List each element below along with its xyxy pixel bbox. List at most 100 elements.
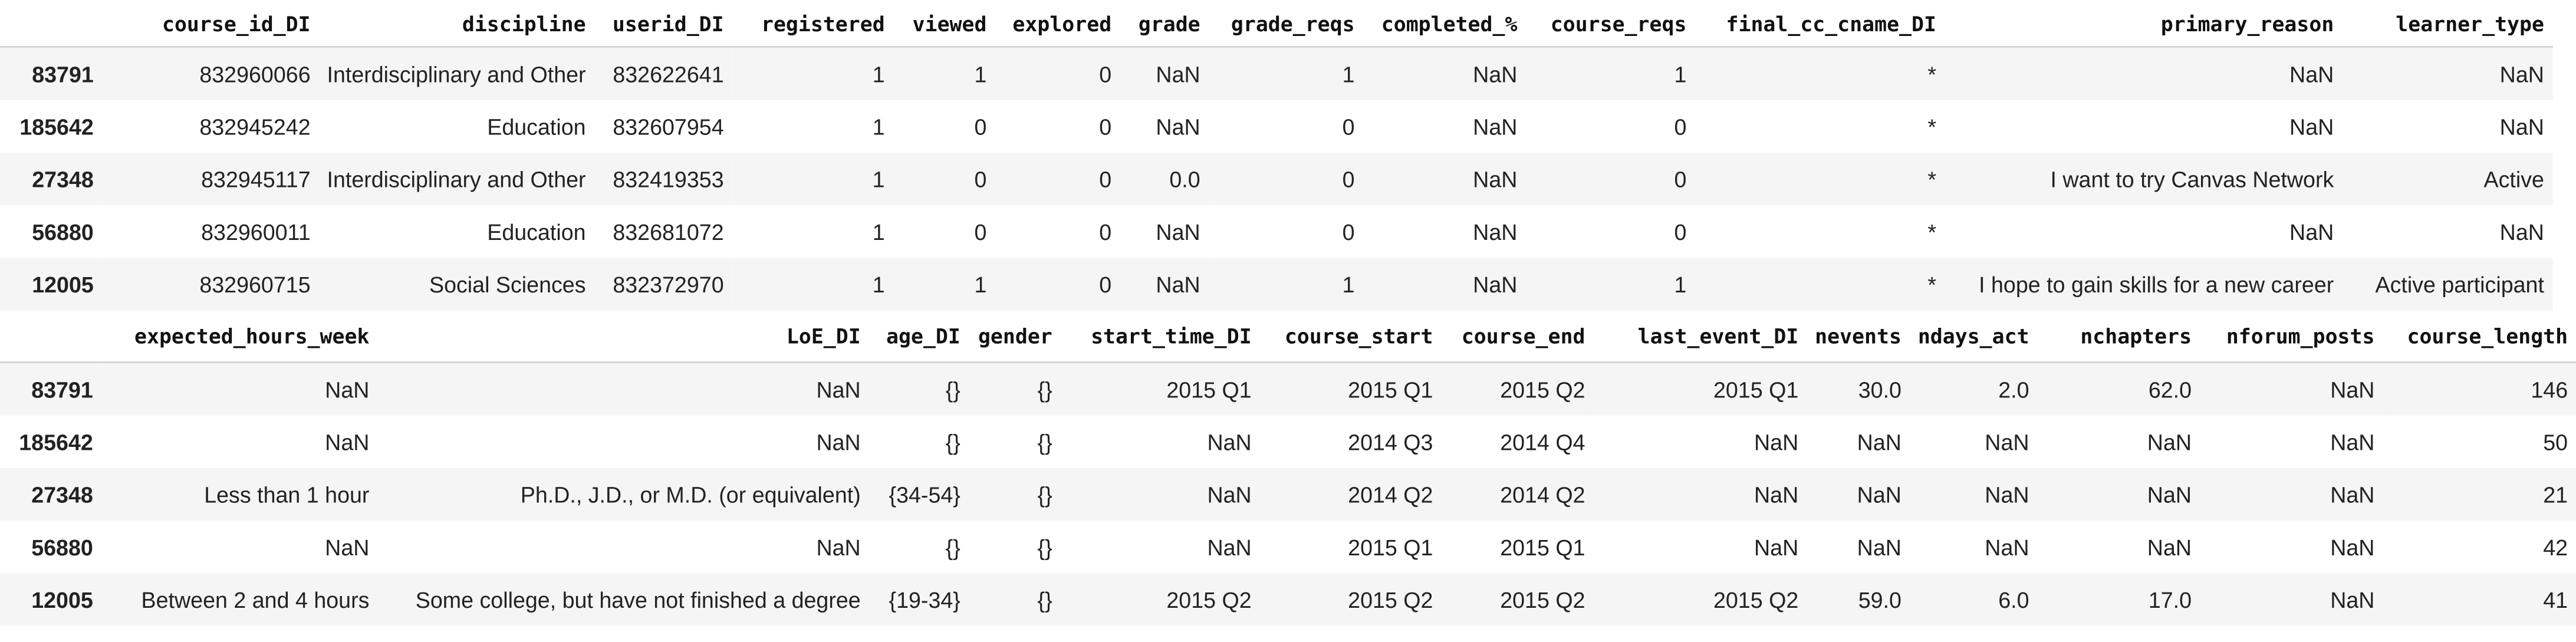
- table-cell: NaN: [2499, 219, 2544, 244]
- table-cell: NaN: [1857, 534, 1901, 559]
- table-cell: NaN: [1754, 429, 1799, 455]
- table-row: 27348 Less than 1 hour Ph.D., J.D., or M.D…: [0, 468, 2576, 521]
- table-cell: NaN: [325, 377, 370, 402]
- table-cell: Active: [2483, 166, 2544, 192]
- table-cell: 0: [1674, 219, 1687, 244]
- column-header-course-id-di: course_id_DI: [101, 0, 319, 48]
- table-cell: 0: [1342, 166, 1355, 192]
- row-index: 27348: [32, 166, 94, 192]
- table-cell: 42: [2543, 534, 2568, 559]
- table-cell: 2015 Q1: [1348, 377, 1433, 402]
- column-header-userid-di: userid_DI: [594, 0, 732, 48]
- table-row: 185642 NaN NaN {} {} NaN 2014 Q3 2014 Q4 NaN NaN N…: [0, 416, 2576, 468]
- table-cell: 832945117: [201, 166, 311, 192]
- table-cell: {}: [945, 429, 960, 455]
- table-cell: NaN: [816, 377, 861, 402]
- table-cell: 1: [1674, 272, 1687, 297]
- table-cell: NaN: [2147, 482, 2192, 507]
- table-cell: NaN: [2147, 534, 2192, 559]
- dataframe-table-part-2: expected_hours_week LoE_DI age_DI gender sta…: [0, 310, 2576, 626]
- table-cell: 2015 Q1: [1713, 377, 1799, 402]
- row-index: 12005: [32, 272, 94, 297]
- table-cell: NaN: [1754, 482, 1799, 507]
- table-cell: 832607954: [613, 114, 724, 139]
- table-cell: NaN: [816, 429, 861, 455]
- table-cell: 59.0: [1858, 587, 1901, 612]
- table-cell: {}: [1037, 534, 1052, 559]
- table-cell: 1: [872, 114, 885, 139]
- column-header-course-start: course_start: [1259, 310, 1442, 363]
- table-cell: NaN: [1207, 534, 1252, 559]
- table-row: 83791 832960066 Interdisciplinary and Othe…: [0, 47, 2552, 100]
- table-cell: 2014 Q4: [1500, 429, 1585, 455]
- table-cell: {}: [1037, 429, 1052, 455]
- table-cell: Less than 1 hour: [204, 482, 370, 507]
- table-cell: NaN: [1473, 61, 1518, 87]
- column-header-viewed: viewed: [893, 0, 995, 48]
- table-cell: Interdisciplinary and Other: [327, 166, 586, 192]
- table-cell: 832960715: [199, 272, 311, 297]
- table-cell: NaN: [816, 534, 861, 559]
- table-cell: I want to try Canvas Network: [2050, 166, 2334, 192]
- table-cell: 0: [1674, 114, 1687, 139]
- row-index: 185642: [19, 429, 93, 455]
- row-index: 185642: [19, 114, 94, 139]
- table-cell: Interdisciplinary and Other: [327, 61, 586, 87]
- column-header-course-end: course_end: [1441, 310, 1594, 363]
- table-cell: 2015 Q1: [1500, 534, 1585, 559]
- table-row: 12005 832960715 Social Sciences 832372970 1 1…: [0, 258, 2552, 311]
- table-cell: NaN: [2330, 482, 2375, 507]
- column-header-explored: explored: [995, 0, 1120, 48]
- table-cell: {34-54}: [889, 482, 960, 507]
- column-header-last-event-di: last_event_DI: [1593, 310, 1807, 363]
- column-header-grade-reqs: grade_reqs: [1208, 0, 1363, 48]
- table-cell: 0: [974, 166, 987, 192]
- table-cell: 62.0: [2148, 377, 2192, 402]
- table-cell: NaN: [2330, 534, 2375, 559]
- table-cell: NaN: [2330, 587, 2375, 612]
- table-cell: *: [1927, 61, 1936, 87]
- table-cell: *: [1927, 219, 1936, 244]
- table-cell: 2014 Q3: [1348, 429, 1433, 455]
- table-cell: NaN: [1207, 429, 1252, 455]
- table-cell: Education: [487, 219, 586, 244]
- table-cell: 0: [1342, 114, 1355, 139]
- table-cell: Social Sciences: [429, 272, 586, 297]
- table-cell: 6.0: [1998, 587, 2029, 612]
- table-cell: 0: [1099, 166, 1112, 192]
- table-cell: 0: [1674, 166, 1687, 192]
- table-cell: 832622641: [613, 61, 724, 87]
- table-cell: 2015 Q2: [1713, 587, 1799, 612]
- column-header-gender: gender: [968, 310, 1061, 363]
- table-cell: NaN: [1857, 429, 1901, 455]
- column-header-course-length: course_length: [2383, 310, 2576, 363]
- table-cell: NaN: [1156, 114, 1200, 139]
- table-cell: Education: [487, 114, 586, 139]
- table-cell: NaN: [1754, 534, 1799, 559]
- column-header-expected-hours-week: expected_hours_week: [101, 310, 378, 363]
- table-cell: 2015 Q2: [1166, 587, 1252, 612]
- table-cell: 2014 Q2: [1500, 482, 1585, 507]
- column-header-registered: registered: [732, 0, 893, 48]
- table-cell: 0: [1099, 114, 1112, 139]
- row-index: 27348: [31, 482, 93, 507]
- table-cell: NaN: [1857, 482, 1901, 507]
- table-cell: NaN: [1156, 272, 1200, 297]
- table-cell: {19-34}: [889, 587, 960, 612]
- row-index: 83791: [32, 61, 94, 87]
- table-cell: NaN: [1985, 429, 2029, 455]
- table-cell: I hope to gain skills for a new career: [1979, 272, 2334, 297]
- table-cell: NaN: [1156, 61, 1200, 87]
- table-cell: 146: [2531, 377, 2568, 402]
- column-header-ndays-act: ndays_act: [1909, 310, 2038, 363]
- table-row: 12005 Between 2 and 4 hours Some college, …: [0, 573, 2576, 626]
- table-cell: NaN: [2289, 61, 2334, 87]
- table-cell: NaN: [1156, 219, 1200, 244]
- table-cell: NaN: [1207, 482, 1252, 507]
- column-header-nchapters: nchapters: [2037, 310, 2200, 363]
- table-cell: 1: [1342, 61, 1355, 87]
- column-header-discipline: discipline: [318, 0, 594, 48]
- table-cell: 2015 Q2: [1500, 587, 1585, 612]
- table-cell: {}: [945, 377, 960, 402]
- table-cell: NaN: [1985, 482, 2029, 507]
